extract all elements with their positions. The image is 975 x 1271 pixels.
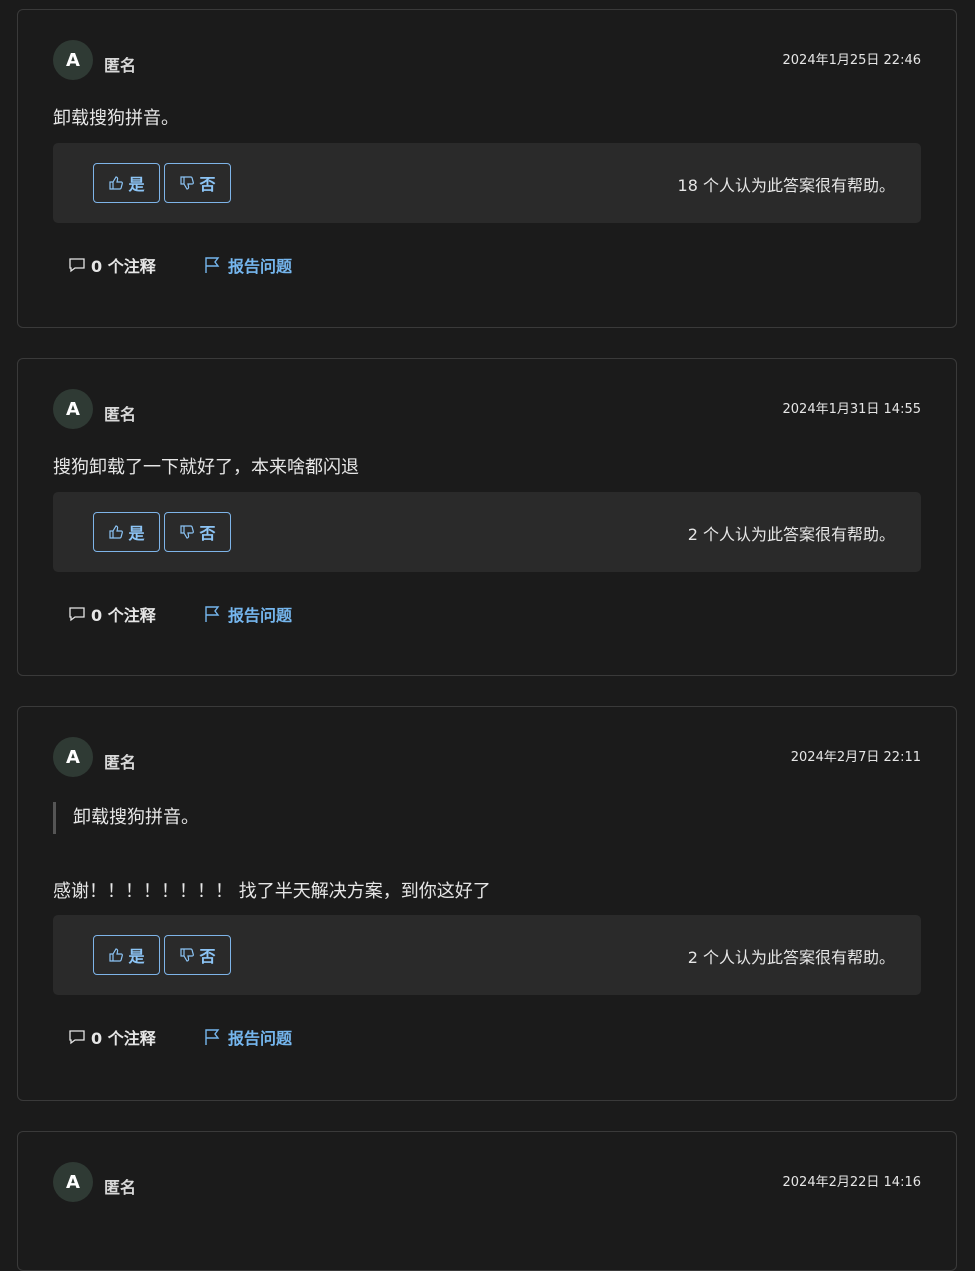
- flag-icon: [205, 257, 220, 273]
- report-link[interactable]: 报告问题: [202, 1025, 292, 1049]
- answer-body: 卸载搜狗拼音。: [53, 108, 179, 129]
- comments-label: 0 个注释: [91, 1029, 156, 1048]
- helpful-count: 2 个人认为此答案很有帮助。: [687, 948, 895, 967]
- helpful-count: 18 个人认为此答案很有帮助。: [677, 176, 895, 195]
- report-label: 报告问题: [228, 257, 293, 276]
- comments-label: 0 个注释: [91, 257, 156, 276]
- answer-header: A 匿名 2024年2月7日 22:11: [53, 737, 921, 777]
- answer-date: 2024年2月7日 22:11: [790, 750, 921, 765]
- thumbs-up-icon: [109, 525, 124, 539]
- thumbs-down-icon: [180, 948, 195, 962]
- vote-no-button[interactable]: 否: [164, 935, 231, 975]
- answer-header: A 匿名 2024年1月25日 22:46: [53, 40, 921, 80]
- answer-header: A 匿名 2024年2月22日 14:16: [53, 1162, 921, 1202]
- report-label: 报告问题: [228, 1029, 293, 1048]
- vote-yes-button[interactable]: 是: [93, 163, 160, 203]
- vote-yes-label: 是: [128, 524, 145, 543]
- thumbs-down-icon: [180, 525, 195, 539]
- comments-label: 0 个注释: [91, 606, 156, 625]
- vote-no-label: 否: [199, 947, 216, 966]
- flag-icon: [205, 606, 220, 622]
- flag-icon: [205, 1029, 220, 1045]
- vote-panel: 是 否 18 个人认为此答案很有帮助。: [53, 143, 921, 223]
- answer-header: A 匿名 2024年1月31日 14:55: [53, 389, 921, 429]
- vote-yes-label: 是: [128, 947, 145, 966]
- avatar: A: [53, 1162, 93, 1202]
- answer-card: A 匿名 2024年2月22日 14:16: [17, 1131, 957, 1271]
- helpful-count: 2 个人认为此答案很有帮助。: [687, 525, 895, 544]
- vote-no-button[interactable]: 否: [164, 163, 231, 203]
- vote-panel: 是 否 2 个人认为此答案很有帮助。: [53, 915, 921, 995]
- speech-bubble-icon: [69, 258, 85, 273]
- vote-no-button[interactable]: 否: [164, 512, 231, 552]
- vote-panel: 是 否 2 个人认为此答案很有帮助。: [53, 492, 921, 572]
- report-label: 报告问题: [228, 606, 293, 625]
- thumbs-up-icon: [109, 176, 124, 190]
- comments-link[interactable]: 0 个注释: [67, 1025, 156, 1049]
- answer-date: 2024年1月25日 22:46: [782, 53, 922, 68]
- author-name: 匿名: [104, 753, 137, 772]
- speech-bubble-icon: [69, 607, 85, 622]
- comments-link[interactable]: 0 个注释: [67, 602, 156, 626]
- thumbs-down-icon: [180, 176, 195, 190]
- avatar: A: [53, 737, 93, 777]
- speech-bubble-icon: [69, 1030, 85, 1045]
- answer-date: 2024年2月22日 14:16: [782, 1175, 922, 1190]
- comments-link[interactable]: 0 个注释: [67, 253, 156, 277]
- answer-body: 感谢！！！！！！！！ 找了半天解决方案，到你这好了: [53, 881, 491, 902]
- author-name: 匿名: [104, 56, 137, 75]
- answer-card: A 匿名 2024年1月31日 14:55 搜狗卸载了一下就好了，本来啥都闪退 …: [17, 358, 957, 676]
- vote-yes-label: 是: [128, 175, 145, 194]
- avatar: A: [53, 40, 93, 80]
- vote-no-label: 否: [199, 175, 216, 194]
- answer-card: A 匿名 2024年1月25日 22:46 卸载搜狗拼音。 是 否 18 个人认…: [17, 9, 957, 328]
- report-link[interactable]: 报告问题: [202, 602, 292, 626]
- answer-date: 2024年1月31日 14:55: [782, 402, 922, 417]
- answer-body: 搜狗卸载了一下就好了，本来啥都闪退: [53, 457, 359, 478]
- quoted-answer: 卸载搜狗拼音。: [53, 802, 921, 834]
- vote-no-label: 否: [199, 524, 216, 543]
- author-name: 匿名: [104, 405, 137, 424]
- vote-yes-button[interactable]: 是: [93, 512, 160, 552]
- author-name: 匿名: [104, 1178, 137, 1197]
- thumbs-up-icon: [109, 948, 124, 962]
- avatar: A: [53, 389, 93, 429]
- answer-card: A 匿名 2024年2月7日 22:11 卸载搜狗拼音。 感谢！！！！！！！！ …: [17, 706, 957, 1101]
- report-link[interactable]: 报告问题: [202, 253, 292, 277]
- vote-yes-button[interactable]: 是: [93, 935, 160, 975]
